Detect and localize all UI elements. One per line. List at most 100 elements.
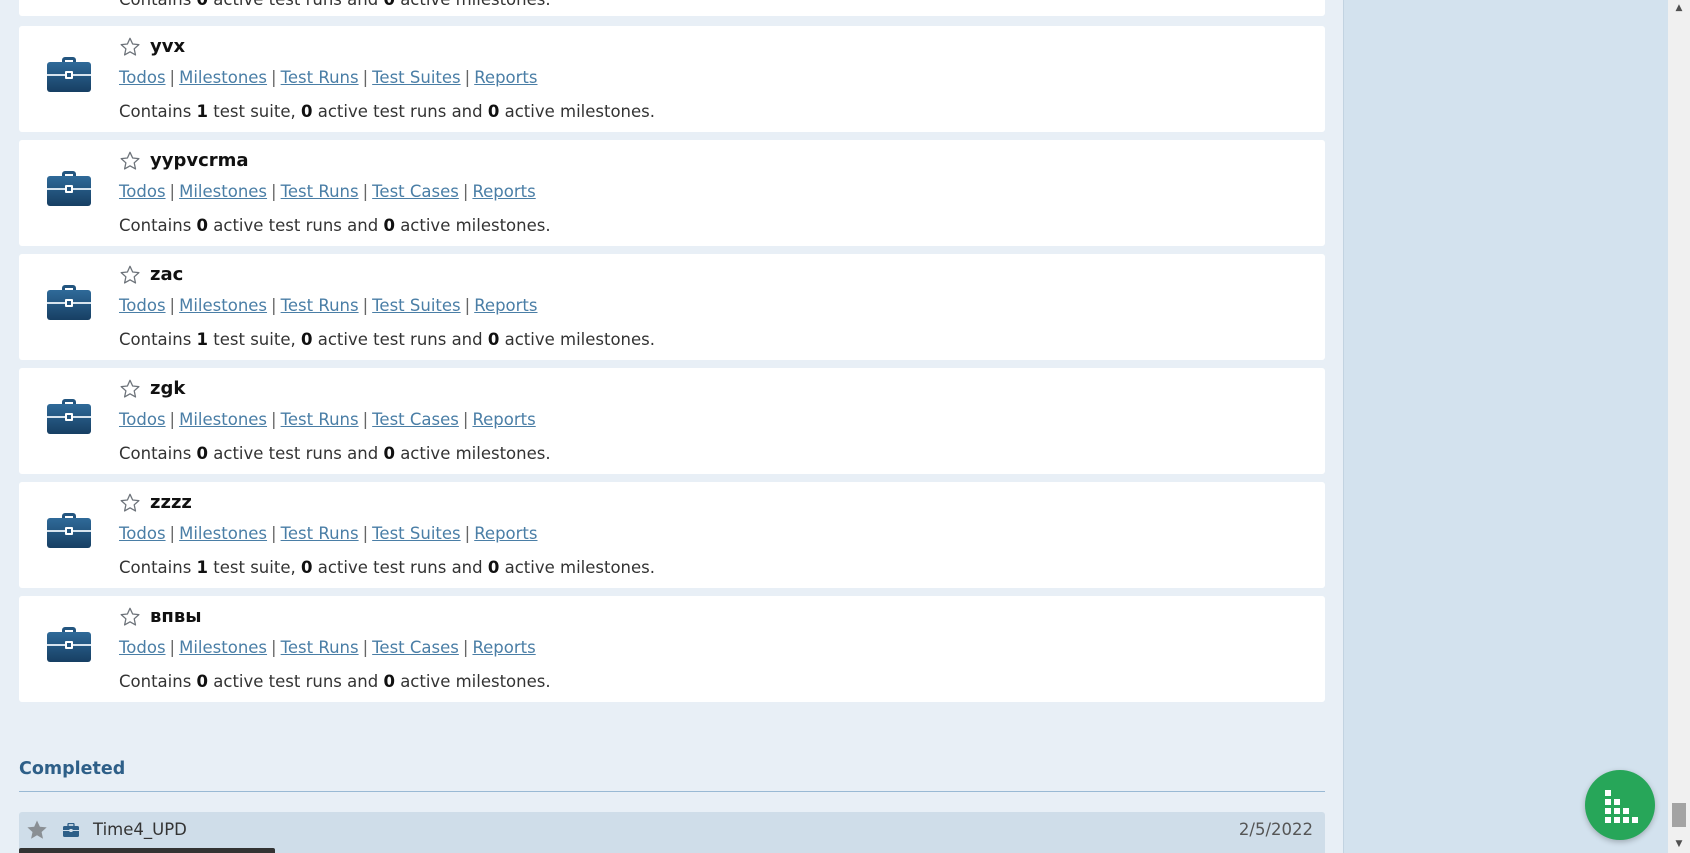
link-todos[interactable]: Todos [119, 410, 166, 429]
project-list: Contains 0 active test runs and 0 active… [0, 0, 1343, 853]
link-reports[interactable]: Reports [474, 296, 537, 315]
link-separator: | [169, 638, 176, 657]
floating-action-button[interactable] [1585, 770, 1655, 840]
link-test-suites[interactable]: Test Suites [372, 68, 460, 87]
link-test-suites[interactable]: Test Suites [372, 296, 460, 315]
project-card: yvx Todos | Milestones | Test Runs | Test Suite… [19, 26, 1325, 132]
briefcase-icon [47, 285, 91, 320]
briefcase-icon [47, 513, 91, 548]
project-summary: Contains 1 test suite, 0 active test run… [119, 330, 656, 349]
scroll-up-arrow-icon[interactable]: ▲ [1668, 0, 1690, 17]
link-separator: | [362, 524, 369, 543]
link-separator: | [169, 296, 176, 315]
link-test-suites[interactable]: Test Suites [372, 524, 460, 543]
grid-stairs-icon [1605, 790, 1638, 823]
link-test-runs[interactable]: Test Runs [281, 410, 359, 429]
link-todos[interactable]: Todos [119, 182, 166, 201]
link-separator: | [362, 296, 369, 315]
briefcase-icon [47, 399, 91, 434]
project-links: Todos | Milestones | Test Runs | Test Suites | R… [119, 523, 538, 545]
link-separator: | [169, 524, 176, 543]
scroll-thumb[interactable] [1672, 803, 1686, 827]
link-separator: | [271, 638, 277, 657]
link-test-cases[interactable]: Test Cases [372, 182, 459, 201]
project-name[interactable]: zac [150, 264, 183, 286]
link-separator: | [271, 296, 277, 315]
project-name[interactable]: zgk [150, 378, 185, 400]
link-separator: | [169, 410, 176, 429]
link-milestones[interactable]: Milestones [179, 182, 267, 201]
briefcase-icon [47, 171, 91, 206]
link-separator: | [464, 296, 471, 315]
project-summary: Contains 0 active test runs and 0 active… [119, 0, 551, 11]
project-summary: Contains 1 test suite, 0 active test run… [119, 558, 656, 577]
project-summary: Contains 0 active test runs and 0 active… [119, 672, 551, 691]
divider [19, 791, 1325, 792]
completed-project-name[interactable]: Time4_UPD [93, 820, 187, 839]
project-card: впвы Todos | Milestones | Test Runs | Test Case… [19, 596, 1325, 702]
link-separator: | [169, 68, 176, 87]
link-separator: | [462, 410, 469, 429]
link-todos[interactable]: Todos [119, 296, 166, 315]
project-name[interactable]: yvx [150, 36, 185, 58]
briefcase-icon [63, 823, 79, 837]
link-milestones[interactable]: Milestones [179, 524, 267, 543]
project-links: Todos | Milestones | Test Runs | Test Suites | R… [119, 67, 538, 89]
project-card-partial: Contains 0 active test runs and 0 active… [19, 0, 1325, 16]
star-outline-icon[interactable] [119, 378, 141, 400]
link-reports[interactable]: Reports [472, 182, 535, 201]
link-separator: | [271, 182, 277, 201]
star-outline-icon[interactable] [119, 36, 141, 58]
link-separator: | [464, 68, 471, 87]
link-todos[interactable]: Todos [119, 638, 166, 657]
project-name[interactable]: впвы [150, 606, 202, 628]
link-reports[interactable]: Reports [474, 524, 537, 543]
link-separator: | [462, 638, 469, 657]
link-test-runs[interactable]: Test Runs [281, 182, 359, 201]
briefcase-icon [47, 627, 91, 662]
link-test-runs[interactable]: Test Runs [281, 68, 359, 87]
link-milestones[interactable]: Milestones [179, 68, 267, 87]
project-summary: Contains 1 test suite, 0 active test run… [119, 102, 656, 121]
star-outline-icon[interactable] [119, 150, 141, 172]
project-card: zac Todos | Milestones | Test Runs | Test Suite… [19, 254, 1325, 360]
link-separator: | [464, 524, 471, 543]
project-card: yypvcrma Todos | Milestones | Test Runs | Test … [19, 140, 1325, 246]
star-outline-icon[interactable] [119, 606, 141, 628]
link-reports[interactable]: Reports [474, 68, 537, 87]
link-test-runs[interactable]: Test Runs [281, 524, 359, 543]
link-separator: | [271, 524, 277, 543]
project-name[interactable]: yypvcrma [150, 150, 249, 172]
project-card: zgk Todos | Milestones | Test Runs | Test Cases… [19, 368, 1325, 474]
link-reports[interactable]: Reports [472, 638, 535, 657]
completed-project-row[interactable]: Time4_UPD 2/5/2022 [19, 812, 1325, 853]
vertical-scrollbar[interactable]: ▲ ▼ [1668, 0, 1690, 853]
project-links: Todos | Milestones | Test Runs | Test Cases | Re… [119, 181, 536, 203]
link-separator: | [271, 410, 277, 429]
link-todos[interactable]: Todos [119, 524, 166, 543]
link-milestones[interactable]: Milestones [179, 638, 267, 657]
briefcase-icon [47, 57, 91, 92]
link-test-cases[interactable]: Test Cases [372, 410, 459, 429]
project-links: Todos | Milestones | Test Runs | Test Cases | Re… [119, 637, 536, 659]
link-milestones[interactable]: Milestones [179, 410, 267, 429]
link-todos[interactable]: Todos [119, 68, 166, 87]
link-separator: | [271, 68, 277, 87]
link-separator: | [362, 68, 369, 87]
sidebar [1343, 0, 1668, 853]
completed-project-date: 2/5/2022 [1238, 820, 1313, 839]
project-name[interactable]: zzzz [150, 492, 192, 514]
star-outline-icon[interactable] [119, 264, 141, 286]
link-reports[interactable]: Reports [472, 410, 535, 429]
link-test-cases[interactable]: Test Cases [372, 638, 459, 657]
link-separator: | [169, 182, 176, 201]
tooltip [19, 848, 275, 853]
link-milestones[interactable]: Milestones [179, 296, 267, 315]
link-test-runs[interactable]: Test Runs [281, 638, 359, 657]
project-links: Todos | Milestones | Test Runs | Test Suites | R… [119, 295, 538, 317]
link-test-runs[interactable]: Test Runs [281, 296, 359, 315]
scroll-down-arrow-icon[interactable]: ▼ [1668, 836, 1690, 853]
star-outline-icon[interactable] [119, 492, 141, 514]
link-separator: | [362, 638, 369, 657]
star-filled-icon[interactable] [25, 818, 49, 842]
